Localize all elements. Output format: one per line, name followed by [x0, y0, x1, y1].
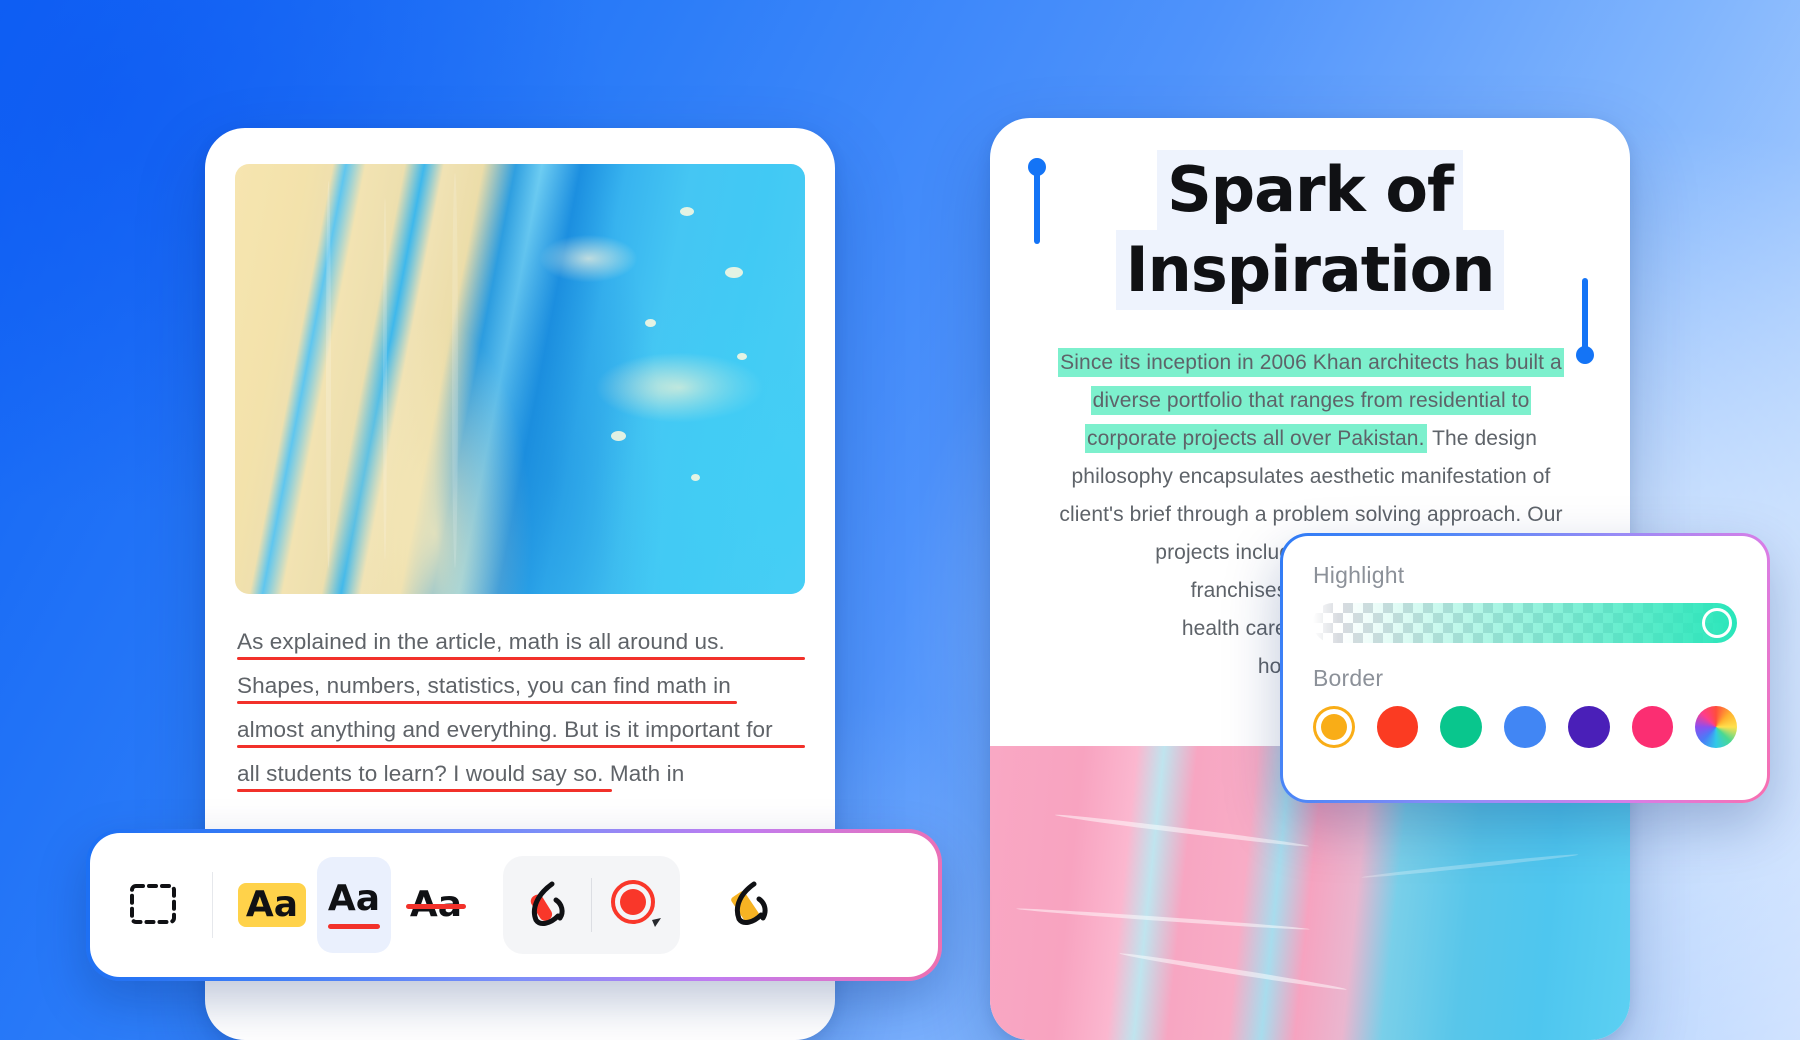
paint-streak [451, 172, 458, 569]
highlight-opacity-slider[interactable] [1313, 603, 1737, 643]
highlight-border-popup[interactable]: Highlight Border [1280, 533, 1770, 803]
aa-underline-icon: Aa [327, 881, 381, 929]
text-selection-handle-end[interactable] [1576, 278, 1594, 364]
paragraph-line: diverse portfolio that ranges from resid… [1014, 382, 1608, 420]
document-line: As explained in the article, math is all… [237, 620, 805, 664]
highlighter-tool-button[interactable] [714, 857, 788, 953]
document-line: all students to learn? I would say so. M… [237, 752, 805, 796]
paragraph-tail: The design [1426, 427, 1537, 450]
paint-droplet [611, 430, 627, 441]
pen-color-group[interactable] [503, 856, 680, 954]
paint-droplet [679, 207, 694, 216]
marble-swirl-overlay [235, 164, 805, 594]
paragraph-line: philosophy encapsulates aesthetic manife… [1071, 465, 1551, 488]
dashed-rectangle-icon [130, 883, 176, 927]
toolbar-divider [212, 872, 213, 938]
paragraph-line: corporate projects all over Pakistan. Th… [1014, 420, 1608, 458]
yellow-highlighter-icon [720, 874, 782, 937]
underline-mark [237, 657, 805, 660]
highlight-label: Highlight [1313, 562, 1405, 588]
border-swatch-row[interactable] [1313, 706, 1737, 748]
heading-line-2: Inspiration [1115, 230, 1505, 310]
selection-tool-button[interactable] [116, 857, 190, 953]
aa-highlight-icon: Aa [237, 883, 307, 927]
left-document-image [235, 164, 805, 594]
strikethrough-text-tool-button[interactable]: Aa [399, 857, 473, 953]
swatch-rainbow[interactable] [1695, 706, 1737, 748]
underline-mark [237, 789, 612, 792]
document-line: Shapes, numbers, statistics, you can fin… [237, 664, 805, 708]
slider-knob[interactable] [1702, 608, 1732, 638]
annotation-toolbar[interactable]: Aa Aa Aa [86, 829, 942, 981]
spark-heading: Spark of Inspiration [1018, 150, 1602, 364]
color-swatch-icon [607, 876, 663, 935]
highlighted-text: diverse portfolio that ranges from resid… [1090, 386, 1532, 415]
heading-line-1: Spark of [1157, 150, 1463, 230]
underline-text-tool-button[interactable]: Aa [317, 857, 391, 953]
swatch-purple[interactable] [1567, 706, 1610, 748]
highlighted-text: corporate projects all over Pakistan. [1085, 424, 1427, 453]
paragraph-line: Since its inception in 2006 Khan archite… [1014, 344, 1608, 382]
aa-strikethrough-icon: Aa [405, 884, 467, 925]
highlight-text-tool-button[interactable]: Aa [235, 857, 309, 953]
text-selection-handle-start[interactable] [1028, 158, 1046, 244]
red-marker-icon [518, 874, 578, 937]
document-line: almost anything and everything. But is i… [237, 708, 805, 752]
swatch-red[interactable] [1376, 706, 1419, 748]
highlighted-text: Since its inception in 2006 Khan archite… [1058, 348, 1564, 377]
left-document-text[interactable]: As explained in the article, math is all… [237, 620, 805, 796]
paragraph-line: client's brief through a problem solving… [1059, 503, 1563, 526]
swatch-pink[interactable] [1631, 706, 1674, 748]
marble-vein [1361, 852, 1579, 879]
marble-vein [1119, 951, 1348, 993]
toolbar-divider [591, 878, 592, 932]
marble-vein [1015, 906, 1310, 931]
border-label: Border [1313, 665, 1384, 691]
underline-mark [237, 745, 805, 748]
color-picker-button[interactable] [598, 857, 672, 953]
paint-droplet [691, 473, 700, 481]
marker-pen-tool-button[interactable] [511, 857, 585, 953]
swatch-blue[interactable] [1504, 706, 1546, 748]
swatch-green[interactable] [1440, 706, 1483, 748]
paint-droplet [736, 353, 747, 361]
marble-vein [1054, 812, 1310, 849]
underline-mark [237, 701, 737, 704]
swatch-orange[interactable] [1313, 706, 1355, 748]
